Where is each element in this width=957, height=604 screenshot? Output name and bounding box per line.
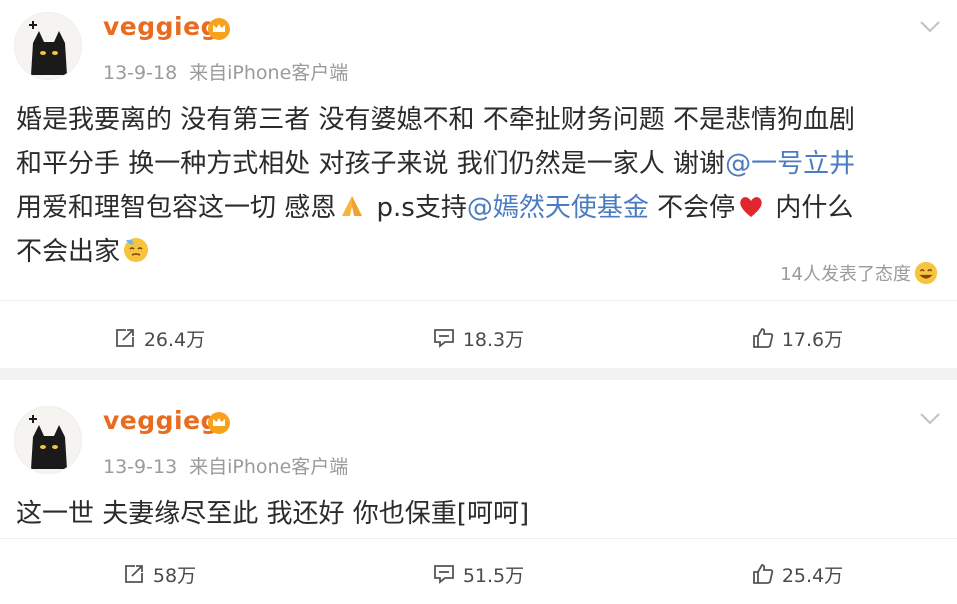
comment-count: 18.3万 <box>462 328 525 351</box>
chevron-down-icon[interactable] <box>919 20 941 34</box>
action-divider <box>0 300 957 301</box>
post-source: 来自iPhone客户端 <box>189 62 349 84</box>
pray-emoji-icon <box>342 196 363 216</box>
content-text: 和平分手 换一种方式相处 对孩子来说 我们仍然是一家人 谢谢 <box>16 149 726 179</box>
action-bar: 58万 51.5万 25.4万 <box>0 554 957 594</box>
action-bar: 26.4万 18.3万 17.6万 <box>0 318 957 358</box>
crown-badge-icon <box>208 18 230 40</box>
comment-count: 51.5万 <box>462 564 525 587</box>
reactions-text: 14人发表了态度 <box>780 264 911 285</box>
comment-button[interactable]: 51.5万 <box>319 554 638 594</box>
repost-count: 26.4万 <box>143 328 206 351</box>
thumbs-up-icon <box>752 564 774 584</box>
like-button[interactable]: 25.4万 <box>638 554 957 594</box>
content-text: 这一世 夫妻缘尽至此 我还好 你也保重[呵呵] <box>16 499 530 529</box>
weibo-post-2: veggieg 13-9-13 来自iPhone客户端 这一世 夫妻缘尽至此 我还… <box>0 380 957 604</box>
grin-face-emoji-icon <box>914 261 938 285</box>
avatar[interactable] <box>14 12 82 80</box>
post-content: 婚是我要离的 没有第三者 没有婆媳不和 不牵扯财务问题 不是悲情狗血剧 和平分手… <box>16 98 936 274</box>
post-source: 来自iPhone客户端 <box>189 456 349 478</box>
black-cat-avatar-icon <box>15 13 81 79</box>
chevron-down-icon[interactable] <box>919 412 941 426</box>
content-line-2: 和平分手 换一种方式相处 对孩子来说 我们仍然是一家人 谢谢@一号立井 <box>16 142 936 186</box>
crown-badge-icon <box>208 412 230 434</box>
username[interactable]: veggieg <box>103 406 219 435</box>
comment-icon <box>433 329 454 348</box>
avatar[interactable] <box>14 406 82 474</box>
weibo-post-1: veggieg 13-9-18 来自iPhone客户端 婚是我要离的 没有第三者 … <box>0 0 957 368</box>
repost-icon <box>125 565 143 583</box>
comment-button[interactable]: 18.3万 <box>319 318 638 358</box>
sweat-face-emoji-icon <box>124 238 149 262</box>
repost-count: 58万 <box>152 564 197 587</box>
content-text: 内什么 <box>767 193 854 223</box>
username[interactable]: veggieg <box>103 12 219 41</box>
content-text: 不会出家 <box>16 237 121 267</box>
content-line-3: 用爱和理智包容这一切 感恩 p.s支持@嫣然天使基金 不会停 内什么 <box>16 186 936 230</box>
content-line-1: 婚是我要离的 没有第三者 没有婆媳不和 不牵扯财务问题 不是悲情狗血剧 <box>16 98 936 142</box>
repost-button[interactable]: 26.4万 <box>0 318 319 358</box>
post-date: 13-9-18 <box>103 62 178 84</box>
content-text: 用爱和理智包容这一切 感恩 <box>16 193 337 223</box>
comment-icon <box>433 565 454 584</box>
mention-link[interactable]: @嫣然天使基金 <box>467 193 649 223</box>
content-text: p.s支持 <box>368 193 467 223</box>
repost-button[interactable]: 58万 <box>0 554 319 594</box>
post-date: 13-9-13 <box>103 456 178 478</box>
post-meta: 13-9-13 来自iPhone客户端 <box>103 452 348 479</box>
thumbs-up-icon <box>752 328 774 348</box>
repost-icon <box>115 329 134 347</box>
action-divider <box>0 538 957 539</box>
black-cat-avatar-icon <box>15 407 81 473</box>
red-heart-emoji-icon <box>740 197 762 217</box>
content-text: 不会停 <box>648 193 736 223</box>
content-text: 婚是我要离的 没有第三者 没有婆媳不和 不牵扯财务问题 不是悲情狗血剧 <box>16 105 856 135</box>
like-count: 17.6万 <box>781 328 844 351</box>
post-meta: 13-9-18 来自iPhone客户端 <box>103 58 348 85</box>
like-count: 25.4万 <box>781 564 844 587</box>
like-button[interactable]: 17.6万 <box>638 318 957 358</box>
post-content: 这一世 夫妻缘尽至此 我还好 你也保重[呵呵] <box>16 492 936 536</box>
mention-link[interactable]: @一号立井 <box>725 149 855 179</box>
reactions-summary[interactable]: 14人发表了态度 <box>780 260 941 286</box>
